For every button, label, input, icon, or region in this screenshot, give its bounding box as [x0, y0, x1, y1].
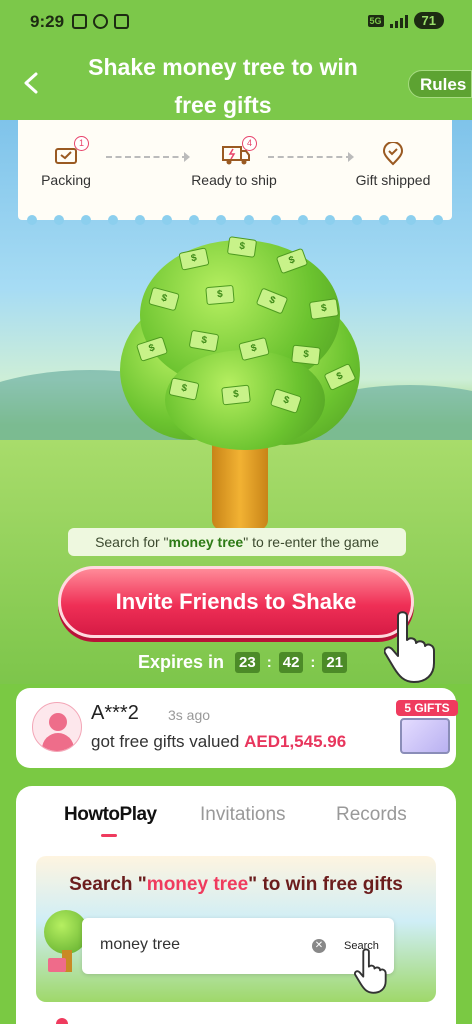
pointing-hand-icon	[354, 948, 387, 994]
banner-title-prefix: Search "	[69, 874, 147, 895]
gallery-icon	[72, 14, 87, 29]
hint-prefix: Search for "	[95, 534, 169, 550]
winner-message: got free gifts valued AED1,545.96	[91, 732, 346, 752]
invite-friends-button[interactable]: Invite Friends to Shake	[58, 566, 414, 638]
step-arrow	[268, 152, 354, 162]
network-5g-icon: 5G	[367, 14, 384, 27]
scalloped-edge	[18, 215, 452, 225]
step-packing: 1 Packing	[40, 136, 92, 188]
tablet-product-image	[400, 718, 450, 754]
winner-message-text: got free gifts valued	[91, 732, 240, 751]
step-label: Gift shipped	[355, 172, 431, 188]
expires-label: Expires in	[138, 652, 225, 672]
pointing-hand-icon	[384, 611, 435, 683]
winner-amount: AED1,545.96	[244, 732, 347, 751]
winner-time-ago: 3s ago	[168, 707, 211, 723]
active-tab-indicator	[101, 834, 117, 837]
countdown-minutes: 42	[278, 652, 304, 673]
step-arrow	[106, 152, 190, 162]
rules-button[interactable]: Rules	[408, 70, 472, 98]
tab-invitations[interactable]: Invitations	[200, 804, 286, 826]
demo-search-value: money tree	[100, 936, 181, 953]
page-title: Shake money tree to win free gifts	[88, 54, 358, 118]
status-time: 9:29	[30, 12, 65, 31]
recent-winner-card: A***2 3s ago got free gifts valued AED1,…	[16, 688, 458, 768]
step-badge: 4	[242, 136, 257, 151]
gift-progress-card: 1 Packing 4 Ready to ship Gift shipped	[18, 120, 452, 225]
step-label: Packing	[41, 172, 91, 188]
countdown-hours: 23	[235, 652, 260, 673]
dollar-bill-icon: $	[291, 344, 321, 366]
dollar-bill-icon: $	[308, 298, 340, 320]
expiry-countdown: Expires in 23 : 42 : 21	[138, 652, 350, 673]
gift-icon	[48, 958, 66, 972]
dollar-bill-icon: $	[226, 236, 258, 258]
hint-suffix: " to re-enter the game	[243, 534, 379, 550]
avatar	[32, 702, 82, 752]
banner-title-suffix: " to win free gifts	[248, 874, 403, 895]
demo-search-box: money tree ✕ Search	[82, 918, 394, 974]
dollar-bill-icon: $	[205, 284, 235, 306]
notification-icons	[72, 14, 129, 29]
banner-title: Search "money tree" to win free gifts	[36, 874, 436, 896]
tab-how-to-play[interactable]: HowtoPlay	[64, 804, 157, 826]
how-to-play-banner: Search "money tree" to win free gifts mo…	[36, 856, 436, 1002]
dollar-bill-icon: $	[221, 384, 251, 406]
location-check-icon	[380, 141, 406, 166]
back-button[interactable]	[20, 68, 42, 98]
whatsapp-icon	[93, 14, 108, 29]
re-enter-hint: Search for "money tree" to re-enter the …	[68, 528, 406, 556]
step-gift-shipped: Gift shipped	[348, 141, 438, 188]
countdown-seconds: 21	[322, 652, 348, 673]
section-marker	[56, 1018, 68, 1024]
winner-username: A***2	[91, 702, 139, 724]
step-badge: 1	[74, 136, 89, 151]
battery-icon: 71	[413, 12, 444, 29]
truck-icon: 4	[221, 136, 257, 166]
banner-title-keyword: money tree	[146, 874, 249, 895]
countdown-separator: :	[310, 654, 316, 671]
hint-keyword: money tree	[168, 534, 244, 550]
countdown-separator: :	[266, 654, 272, 671]
status-bar: 9:29 5G 71	[0, 0, 472, 40]
tab-records[interactable]: Records	[336, 804, 407, 826]
step-label: Ready to ship	[191, 172, 277, 188]
clear-icon: ✕	[312, 939, 326, 953]
signal-icon	[389, 14, 408, 28]
box-icon: 1	[53, 136, 89, 166]
scan-icon	[114, 14, 129, 29]
game-info-panel: HowtoPlay Invitations Records Search "mo…	[16, 786, 456, 1024]
gifts-count-badge: 5 GIFTS	[396, 700, 458, 716]
app-header: Shake money tree to win free gifts Rules	[0, 40, 472, 120]
chevron-left-icon	[24, 72, 38, 94]
step-ready-to-ship: 4 Ready to ship	[184, 136, 284, 188]
